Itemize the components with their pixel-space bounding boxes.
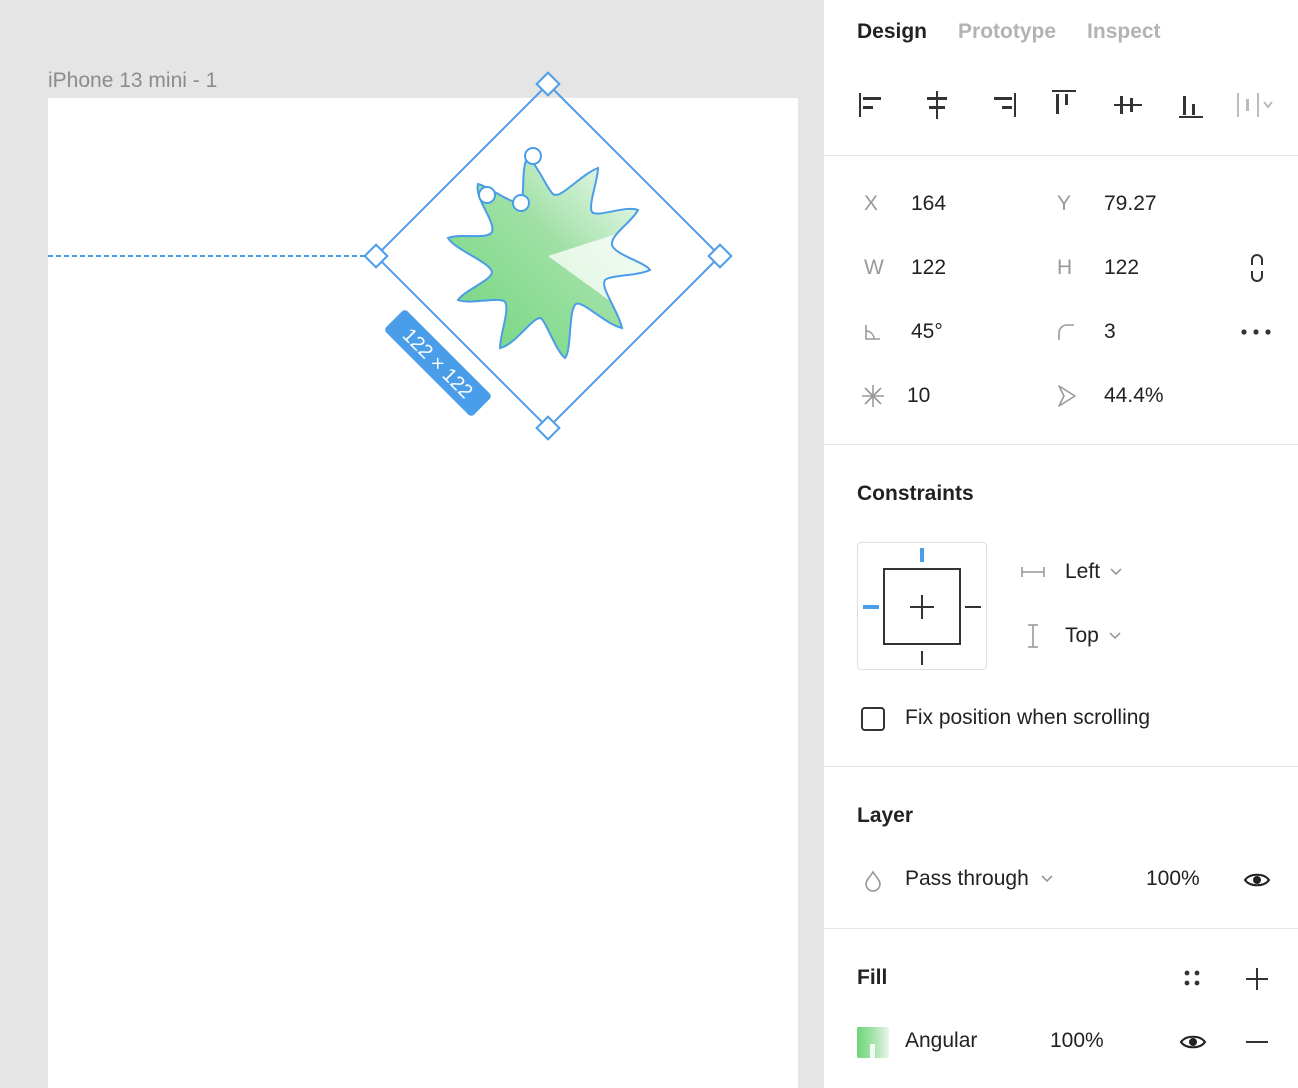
points-handle[interactable]	[524, 147, 542, 165]
chevron-down-icon	[1110, 568, 1122, 576]
w-label: W	[864, 256, 884, 279]
alignment-toolbar	[854, 85, 1274, 129]
rotation-field[interactable]: 45°	[864, 314, 943, 350]
constrain-proportions-icon[interactable]	[1244, 252, 1270, 284]
size-badge-text: 122 × 122	[398, 324, 477, 403]
panel-tabs: Design Prototype Inspect	[857, 20, 1161, 44]
x-field[interactable]: X 164	[864, 186, 946, 222]
ratio-handle[interactable]	[512, 194, 530, 212]
fill-visibility-icon[interactable]	[1178, 1030, 1208, 1054]
vertical-constraint-icon	[1021, 624, 1065, 648]
tab-inspect[interactable]: Inspect	[1087, 20, 1161, 44]
fill-title: Fill	[857, 966, 888, 989]
y-field[interactable]: Y 79.27	[1057, 186, 1157, 222]
remove-fill-icon[interactable]	[1244, 1030, 1270, 1054]
align-vertical-center-icon[interactable]	[1108, 85, 1148, 125]
rotation-value: 45°	[911, 320, 943, 343]
star-ratio-icon	[1057, 384, 1104, 408]
star-points-value: 10	[907, 384, 931, 407]
divider	[824, 928, 1298, 929]
x-value: 164	[911, 192, 947, 215]
properties-panel: Design Prototype Inspect X 164 Y 79.27 W…	[823, 0, 1298, 1088]
fill-type[interactable]: Angular	[905, 1029, 977, 1053]
align-top-icon[interactable]	[1044, 85, 1084, 125]
tab-design[interactable]: Design	[857, 20, 927, 44]
styles-icon[interactable]	[1180, 966, 1204, 990]
tab-prototype[interactable]: Prototype	[958, 20, 1056, 44]
fill-opacity[interactable]: 100%	[1050, 1029, 1104, 1053]
y-value: 79.27	[1104, 192, 1157, 215]
add-fill-icon[interactable]	[1244, 966, 1270, 992]
star-shape[interactable]	[446, 154, 660, 360]
vertical-constraint-select[interactable]: Top	[1021, 624, 1121, 648]
w-value: 122	[911, 256, 947, 279]
blend-mode-select[interactable]: Pass through	[905, 867, 1053, 891]
more-options-icon[interactable]	[1238, 320, 1274, 344]
align-bottom-icon[interactable]	[1171, 85, 1211, 125]
horizontal-constraint-select[interactable]: Left	[1021, 560, 1122, 584]
height-field[interactable]: H 122	[1057, 250, 1139, 286]
canvas[interactable]: iPhone 13 mini - 1 122 × 122	[0, 0, 823, 1088]
divider	[824, 155, 1298, 156]
divider	[824, 444, 1298, 445]
corner-radius-value: 3	[1104, 320, 1116, 343]
layer-opacity[interactable]: 100%	[1146, 867, 1200, 891]
align-right-icon[interactable]	[981, 85, 1021, 125]
radius-handle[interactable]	[478, 186, 496, 204]
align-horizontal-center-icon[interactable]	[917, 85, 957, 125]
h-value: 122	[1104, 256, 1140, 279]
x-label: X	[864, 192, 879, 215]
width-field[interactable]: W 122	[864, 250, 946, 286]
horizontal-constraint-icon	[1021, 566, 1065, 578]
horizontal-constraint-value: Left	[1065, 560, 1101, 583]
fix-position-label: Fix position when scrolling	[905, 706, 1151, 729]
y-label: Y	[1057, 192, 1072, 215]
fill-swatch[interactable]	[857, 1027, 889, 1058]
constraints-title: Constraints	[857, 482, 974, 505]
star-ratio-value: 44.4%	[1104, 384, 1164, 407]
fix-position-checkbox[interactable]	[861, 707, 885, 731]
star-points-icon	[860, 383, 907, 409]
chevron-down-icon	[1041, 875, 1053, 883]
distribute-icon[interactable]	[1234, 85, 1278, 125]
align-left-icon[interactable]	[854, 85, 894, 125]
divider	[824, 766, 1298, 767]
corner-radius-icon	[1057, 323, 1104, 341]
constraints-widget[interactable]	[857, 542, 987, 670]
blend-mode-value: Pass through	[905, 867, 1029, 890]
star-ratio-field[interactable]: 44.4%	[1057, 378, 1164, 414]
rotation-icon	[864, 323, 911, 341]
size-badge: 122 × 122	[385, 310, 491, 416]
vertical-constraint-value: Top	[1065, 624, 1099, 647]
h-label: H	[1057, 256, 1073, 279]
constraints-lines	[863, 548, 981, 665]
layer-title: Layer	[857, 804, 914, 827]
eye-icon[interactable]	[1242, 868, 1272, 892]
corner-radius-field[interactable]: 3	[1057, 314, 1116, 350]
star-points-field[interactable]: 10	[860, 378, 930, 414]
selection-overlay: 122 × 122	[48, 71, 733, 441]
blend-mode-icon	[862, 868, 884, 894]
chevron-down-icon	[1109, 632, 1121, 640]
